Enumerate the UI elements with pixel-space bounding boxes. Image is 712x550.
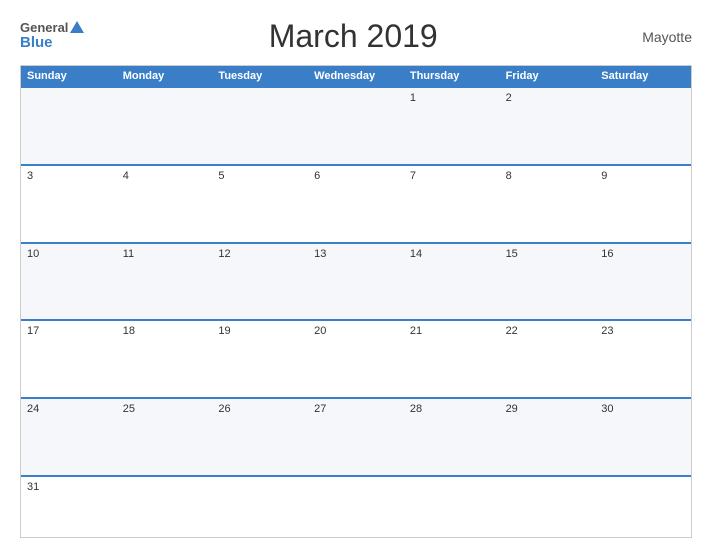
- week-6: 31: [21, 475, 691, 537]
- cell-w4-sat: 23: [595, 321, 691, 397]
- week-3: 10 11 12 13 14 15 16: [21, 242, 691, 320]
- cell-w3-sun: 10: [21, 244, 117, 320]
- cell-w6-mon: [117, 477, 213, 537]
- header-saturday: Saturday: [595, 66, 691, 86]
- cell-w2-thu: 7: [404, 166, 500, 242]
- cell-w5-mon: 25: [117, 399, 213, 475]
- cell-w3-sat: 16: [595, 244, 691, 320]
- cell-w4-wed: 20: [308, 321, 404, 397]
- cell-w6-tue: [212, 477, 308, 537]
- cell-w5-sat: 30: [595, 399, 691, 475]
- cell-w5-sun: 24: [21, 399, 117, 475]
- cell-w2-mon: 4: [117, 166, 213, 242]
- cell-w2-wed: 6: [308, 166, 404, 242]
- cell-w3-mon: 11: [117, 244, 213, 320]
- week-1: 1 2: [21, 86, 691, 164]
- cell-w4-thu: 21: [404, 321, 500, 397]
- header-sunday: Sunday: [21, 66, 117, 86]
- cell-w1-sat: [595, 88, 691, 164]
- cell-w3-tue: 12: [212, 244, 308, 320]
- week-4: 17 18 19 20 21 22 23: [21, 319, 691, 397]
- cell-w6-wed: [308, 477, 404, 537]
- cell-w5-tue: 26: [212, 399, 308, 475]
- cell-w1-sun: [21, 88, 117, 164]
- header-wednesday: Wednesday: [308, 66, 404, 86]
- cell-w1-fri: 2: [500, 88, 596, 164]
- cell-w6-sun: 31: [21, 477, 117, 537]
- header-friday: Friday: [500, 66, 596, 86]
- cell-w1-thu: 1: [404, 88, 500, 164]
- week-2: 3 4 5 6 7 8 9: [21, 164, 691, 242]
- header: General Blue March 2019 Mayotte: [20, 18, 692, 55]
- region-label: Mayotte: [622, 29, 692, 45]
- header-monday: Monday: [117, 66, 213, 86]
- calendar-title: March 2019: [84, 18, 622, 55]
- cell-w4-sun: 17: [21, 321, 117, 397]
- calendar-header: Sunday Monday Tuesday Wednesday Thursday…: [21, 66, 691, 86]
- calendar-body: 1 2 3 4 5 6 7 8 9 10 11 12 13 14 15: [21, 86, 691, 537]
- cell-w4-tue: 19: [212, 321, 308, 397]
- cell-w6-sat: [595, 477, 691, 537]
- cell-w1-mon: [117, 88, 213, 164]
- week-5: 24 25 26 27 28 29 30: [21, 397, 691, 475]
- cell-w1-wed: [308, 88, 404, 164]
- cell-w2-sun: 3: [21, 166, 117, 242]
- cell-w6-thu: [404, 477, 500, 537]
- cell-w2-fri: 8: [500, 166, 596, 242]
- cell-w4-mon: 18: [117, 321, 213, 397]
- cell-w3-wed: 13: [308, 244, 404, 320]
- header-tuesday: Tuesday: [212, 66, 308, 86]
- cell-w5-fri: 29: [500, 399, 596, 475]
- cell-w4-fri: 22: [500, 321, 596, 397]
- logo-triangle-icon: [70, 21, 84, 33]
- logo: General Blue: [20, 21, 84, 52]
- logo-blue-text: Blue: [20, 35, 84, 52]
- logo-general-text: General: [20, 21, 84, 35]
- cell-w2-tue: 5: [212, 166, 308, 242]
- cell-w3-fri: 15: [500, 244, 596, 320]
- cell-w2-sat: 9: [595, 166, 691, 242]
- cell-w5-wed: 27: [308, 399, 404, 475]
- header-thursday: Thursday: [404, 66, 500, 86]
- cell-w3-thu: 14: [404, 244, 500, 320]
- cell-w5-thu: 28: [404, 399, 500, 475]
- cell-w1-tue: [212, 88, 308, 164]
- cell-w6-fri: [500, 477, 596, 537]
- calendar: Sunday Monday Tuesday Wednesday Thursday…: [20, 65, 692, 538]
- page: General Blue March 2019 Mayotte Sunday M…: [0, 0, 712, 550]
